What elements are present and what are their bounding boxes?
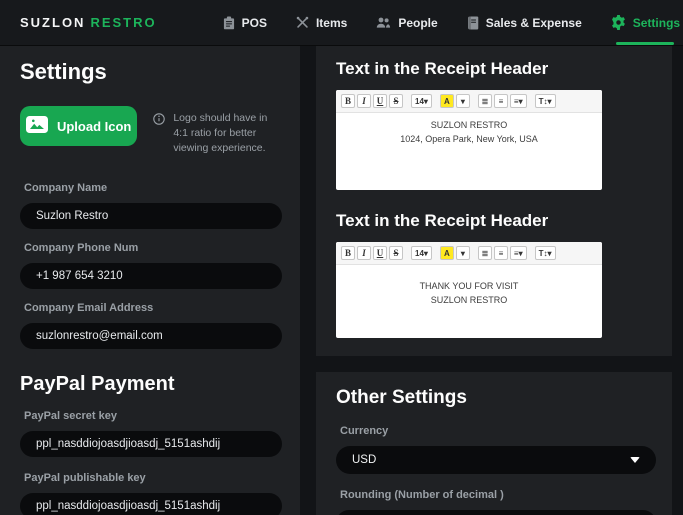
nav-item-sales-expense[interactable]: Sales & Expense (467, 0, 582, 45)
app-window: SUZLON RESTRO POS Items People Sales & E… (0, 0, 683, 515)
nav-item-label: Sales & Expense (485, 15, 582, 30)
highlight-color-button[interactable]: ▾ (455, 94, 470, 108)
company-name-label: Company Name (24, 182, 108, 194)
company-phone-label: Company Phone Num (24, 242, 139, 254)
logo-upload-row: Upload Icon Logo should have in 4:1 rati… (20, 106, 282, 156)
nav-item-pos[interactable]: POS (223, 0, 267, 45)
brand-logo[interactable]: SUZLON RESTRO (0, 15, 157, 30)
underline-button[interactable]: U (373, 246, 387, 260)
nav-item-label: POS (241, 15, 267, 30)
editor-toolbar: B I U S 14▾ A ▾ ≣ ≡ ≡▾ T↕▾ (336, 90, 602, 113)
italic-button[interactable]: I (357, 94, 371, 108)
strikethrough-button[interactable]: S (389, 246, 403, 260)
editor-toolbar: B I U S 14▾ A ▾ ≣ ≡ ≡▾ T↕▾ (336, 242, 602, 265)
paypal-publishable-key-input[interactable] (20, 493, 282, 515)
company-phone-input[interactable] (20, 263, 282, 289)
utensils-icon (296, 16, 309, 29)
chevron-down-icon (630, 457, 640, 463)
italic-button[interactable]: I (357, 246, 371, 260)
rounding-input[interactable] (336, 510, 656, 515)
currency-value: USD (352, 454, 377, 466)
top-navbar: SUZLON RESTRO POS Items People Sales & E… (0, 0, 683, 46)
company-name-input[interactable] (20, 203, 282, 229)
align-button[interactable]: ≡▾ (509, 94, 527, 108)
ordered-list-button[interactable]: ≣ (477, 94, 492, 108)
gear-icon (611, 15, 626, 30)
text-style-button[interactable]: T↕▾ (534, 94, 556, 108)
ordered-list-button[interactable]: ≣ (477, 246, 492, 260)
other-settings-card: Other Settings Currency USD Rounding (Nu… (316, 372, 672, 515)
brand-name-primary: SUZLON (20, 15, 86, 30)
company-email-label: Company Email Address (24, 302, 154, 314)
logo-hint-text: Logo should have in 4:1 ratio for better… (173, 112, 268, 154)
brand-name-secondary: RESTRO (90, 15, 157, 30)
ledger-icon (467, 16, 479, 30)
bullet-list-button[interactable]: ≡ (493, 94, 508, 108)
receipt-header-content[interactable]: SUZLON RESTRO 1024, Opera Park, New York… (336, 113, 602, 146)
paypal-secret-key-label: PayPal secret key (24, 410, 117, 422)
company-email-input[interactable] (20, 323, 282, 349)
receipt-header-editor: B I U S 14▾ A ▾ ≣ ≡ ≡▾ T↕▾ SUZLON RESTRO… (336, 90, 602, 190)
underline-button[interactable]: U (373, 94, 387, 108)
bullet-list-button[interactable]: ≡ (493, 246, 508, 260)
main-navigation: POS Items People Sales & Expense Setting… (223, 0, 683, 45)
currency-label: Currency (340, 425, 389, 437)
receipt-footer-content[interactable]: THANK YOU FOR VISIT SUZLON RESTRO (336, 265, 602, 307)
align-button[interactable]: ≡▾ (509, 246, 527, 260)
nav-item-items[interactable]: Items (296, 0, 347, 45)
info-icon (153, 112, 166, 156)
rounding-label: Rounding (Number of decimal ) (340, 489, 504, 501)
receipt-line: THANK YOU FOR VISIT (419, 281, 519, 291)
other-settings-title: Other Settings (336, 387, 467, 408)
bold-button[interactable]: B (341, 94, 355, 108)
text-color-button[interactable]: A (439, 246, 454, 260)
receipt-text-card: Text in the Receipt Header B I U S 14▾ A… (316, 46, 672, 356)
upload-button-label: Upload Icon (56, 118, 132, 134)
clipboard-icon (223, 16, 235, 30)
receipt-footer-editor: B I U S 14▾ A ▾ ≣ ≡ ≡▾ T↕▾ THANK YOU FOR… (336, 242, 602, 338)
font-size-button[interactable]: 14▾ (411, 246, 432, 260)
nav-item-settings[interactable]: Settings (611, 0, 680, 45)
receipt-header-title: Text in the Receipt Header (336, 59, 549, 78)
page-title: Settings (20, 59, 107, 84)
people-icon (376, 16, 391, 29)
highlight-color-button[interactable]: ▾ (455, 246, 470, 260)
font-size-button[interactable]: 14▾ (411, 94, 432, 108)
paypal-publishable-key-label: PayPal publishable key (24, 472, 146, 484)
nav-item-label: People (398, 15, 438, 30)
receipt-footer-title: Text in the Receipt Header (336, 211, 549, 230)
text-color-button[interactable]: A (439, 94, 454, 108)
paypal-section-title: PayPal Payment (20, 373, 175, 395)
bold-button[interactable]: B (341, 246, 355, 260)
nav-item-label: Settings (632, 15, 681, 30)
currency-select[interactable]: USD (336, 446, 656, 474)
nav-item-label: Items (315, 15, 348, 30)
receipt-line: 1024, Opera Park, New York, USA (400, 133, 538, 144)
logo-hint: Logo should have in 4:1 ratio for better… (153, 111, 282, 156)
upload-icon-button[interactable]: Upload Icon (20, 106, 138, 146)
settings-panel: Settings Upload Icon Logo should have in… (0, 46, 300, 515)
strikethrough-button[interactable]: S (389, 94, 403, 108)
receipt-line: SUZLON RESTRO (430, 294, 508, 305)
nav-item-people[interactable]: People (376, 0, 438, 45)
paypal-secret-key-input[interactable] (20, 431, 282, 457)
image-icon (25, 116, 48, 136)
receipt-line: SUZLON RESTRO (430, 120, 508, 130)
text-style-button[interactable]: T↕▾ (534, 246, 556, 260)
